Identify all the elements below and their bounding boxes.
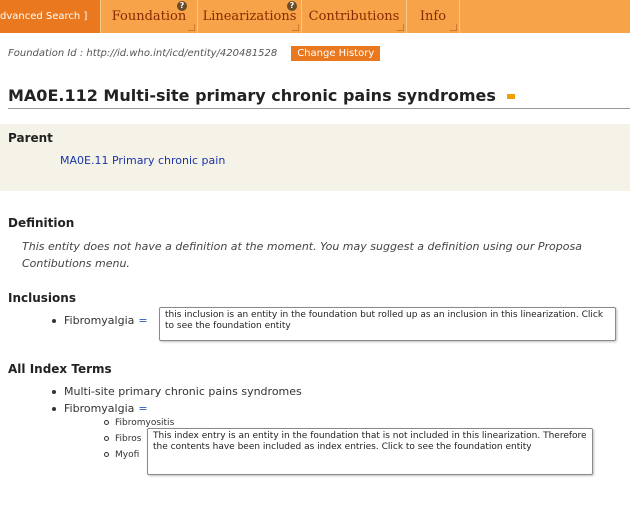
index-subterm-label: Myofi: [115, 450, 140, 460]
help-icon[interactable]: ?: [287, 1, 297, 11]
parent-heading: Parent: [8, 131, 53, 145]
circle-bullet-icon: [104, 436, 109, 441]
tab-linearizations-label: Linearizations: [202, 9, 297, 24]
tab-bar: dvanced Search ] Foundation ? Linearizat…: [0, 0, 630, 33]
index-subterm: Fibromyositis: [104, 418, 174, 428]
circle-bullet-icon: [104, 452, 109, 457]
resize-corner-icon: [397, 24, 404, 31]
parent-link[interactable]: MA0E.11 Primary chronic pain: [60, 154, 225, 167]
index-term-label: Multi-site primary chronic pains syndrom…: [64, 385, 302, 398]
index-term-item: Multi-site primary chronic pains syndrom…: [52, 385, 302, 398]
inclusion-tooltip: this inclusion is an entity in the found…: [159, 307, 616, 341]
change-history-button[interactable]: Change History: [291, 46, 381, 61]
definition-heading: Definition: [8, 216, 75, 230]
definition-text: This entity does not have a definition a…: [22, 238, 582, 272]
flag-icon[interactable]: [507, 94, 516, 99]
inclusion-item[interactable]: Fibromyalgia =: [52, 314, 148, 327]
tab-info[interactable]: Info: [407, 0, 460, 33]
tab-contributions-label: Contributions: [308, 9, 400, 24]
definition-line-1: This entity does not have a definition a…: [22, 240, 582, 253]
index-subterm-label: Fibros: [115, 434, 142, 444]
bullet-icon: [52, 319, 56, 323]
tab-advanced-search[interactable]: dvanced Search ]: [0, 0, 101, 33]
index-term-label: Fibromyalgia: [64, 402, 135, 415]
equivalent-icon[interactable]: =: [138, 314, 147, 327]
tab-info-label: Info: [419, 9, 447, 24]
index-term-item[interactable]: Fibromyalgia =: [52, 402, 148, 415]
entity-title: MA0E.112 Multi-site primary chronic pain…: [8, 86, 496, 105]
bullet-icon: [52, 407, 56, 411]
page-title: MA0E.112 Multi-site primary chronic pain…: [8, 86, 630, 109]
index-term-tooltip: This index entry is an entity in the fou…: [147, 428, 593, 475]
index-subterm: Myofi: [104, 450, 139, 460]
index-subterm-label: Fibromyositis: [115, 418, 175, 428]
tab-contributions[interactable]: Contributions: [302, 0, 407, 33]
index-subterm: Fibros: [104, 434, 141, 444]
equivalent-icon[interactable]: =: [138, 402, 147, 415]
bullet-icon: [52, 390, 56, 394]
foundation-id: Foundation Id : http://id.who.int/icd/en…: [8, 48, 278, 59]
tab-advanced-search-label: dvanced Search ]: [0, 11, 88, 22]
foundation-id-line: Foundation Id : http://id.who.int/icd/en…: [8, 46, 381, 61]
inclusion-label: Fibromyalgia: [64, 314, 135, 327]
definition-line-2: Contibutions menu.: [22, 257, 130, 270]
help-icon[interactable]: ?: [177, 1, 187, 11]
inclusions-heading: Inclusions: [8, 291, 76, 305]
resize-corner-icon: [450, 24, 457, 31]
resize-corner-icon: [292, 24, 299, 31]
circle-bullet-icon: [104, 420, 109, 425]
tab-foundation-label: Foundation: [111, 9, 187, 24]
index-terms-heading: All Index Terms: [8, 362, 112, 376]
resize-corner-icon: [188, 24, 195, 31]
